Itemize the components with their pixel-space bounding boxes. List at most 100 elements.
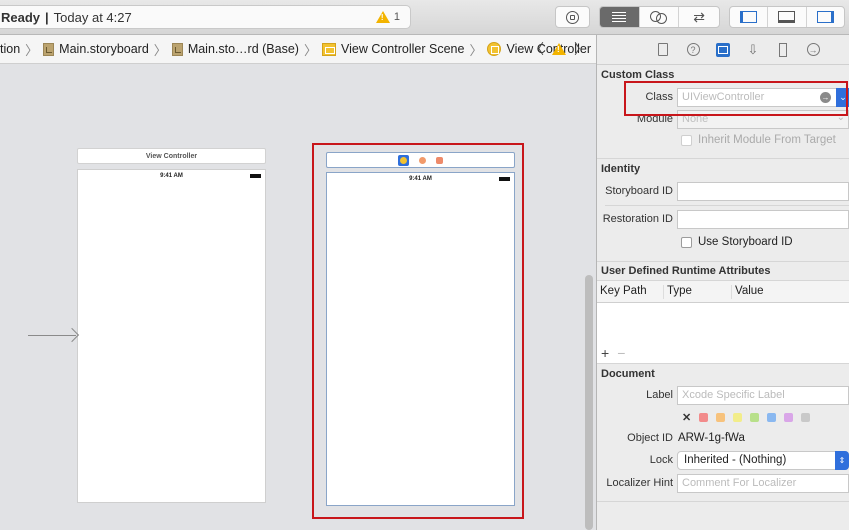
identity-inspector-tab[interactable] [716,42,730,57]
standard-editor-icon [612,12,627,22]
chevron-right-icon: 〉 [303,42,317,58]
localizer-hint-label: Localizer Hint [606,477,673,489]
restoration-id-field[interactable] [677,209,849,229]
color-swatch-gray[interactable] [801,412,811,422]
assistant-editor-button[interactable] [640,7,680,27]
scene-title-bar[interactable]: View Controller [77,148,266,164]
jumpbar-item-storyboard[interactable]: Main.storyboard [43,42,149,56]
jumpbar-item-scene[interactable]: View Controller Scene [321,42,465,56]
quick-help-tab[interactable]: ? [686,43,700,57]
warning-count: 1 [393,11,400,23]
selected-view-controller-scene[interactable]: 9:41 AM [326,172,515,506]
storyboard-file-icon [171,42,183,56]
jump-bar: tion 〉 Main.storyboard 〉 Main.sto…rd (Ba… [0,35,596,64]
color-swatch-purple[interactable] [784,412,794,422]
jumpbar-item-label: tion [0,42,21,56]
exit-icon[interactable] [436,156,443,164]
toggle-utilities-button[interactable] [807,7,844,27]
file-inspector-tab[interactable] [656,43,670,57]
scene-title: View Controller [145,152,198,160]
identity-icon [718,45,728,54]
color-swatch-green[interactable] [750,412,760,422]
next-issue-button[interactable]: 〉 [574,39,588,59]
file-icon [658,43,668,56]
localizer-hint-row: Localizer Hint Comment For Localizer [597,471,849,495]
warning-badge[interactable]: 1 [375,11,400,23]
lock-value: Inherited - (Nothing) [684,453,787,466]
checkbox-icon [681,236,692,248]
toggle-debug-area-button[interactable] [768,7,807,27]
attributes-icon: ⇩ [747,41,759,57]
connections-icon: → [806,43,820,56]
checkbox-icon [681,134,692,146]
lock-popup[interactable]: Inherited - (Nothing) ⇕ [677,450,849,470]
object-id-label: Object ID [627,432,673,444]
document-section-title: Document [601,368,655,380]
assistant-editor-icon [650,10,668,24]
warning-icon [375,11,390,23]
stop-icon [566,10,579,24]
scene-icon [321,42,336,56]
view-toggle-segmented-control [729,6,845,28]
localizer-hint-placeholder: Comment For Localizer [682,476,797,489]
canvas-vertical-scrollbar[interactable] [585,275,593,530]
version-editor-button[interactable]: ⇄ [679,7,719,27]
scene-dock-bar[interactable] [326,152,515,168]
doc-label-field[interactable]: Xcode Specific Label [677,385,849,405]
color-swatch-red[interactable] [699,412,709,422]
label-color-swatches: ✕ [597,407,849,427]
add-remove-controls: + − [601,345,625,361]
column-value[interactable]: Value [732,285,764,299]
color-swatch-blue[interactable] [767,412,777,422]
inherit-module-checkbox[interactable]: Inherit Module From Target [597,130,849,150]
status-separator: | [45,9,49,25]
previous-issue-button[interactable]: 〈 [530,39,544,59]
navigator-panel-icon [740,11,758,23]
jumpbar-item-project[interactable]: tion [0,42,20,56]
column-type[interactable]: Type [664,284,732,299]
restoration-id-row: Restoration ID [597,206,849,232]
localizer-hint-field[interactable]: Comment For Localizer [677,473,849,493]
view-controller-dock-icon[interactable] [398,154,409,166]
standard-editor-button[interactable] [600,7,640,27]
chevron-right-icon: 〉 [25,42,39,58]
warning-icon[interactable] [552,43,566,55]
doc-label-row: Label Xcode Specific Label [597,383,849,407]
build-status: Ready [1,9,41,25]
doc-label-placeholder: Xcode Specific Label [682,388,785,401]
runtime-attributes-table[interactable]: + − [597,303,849,363]
object-id-value: ARW-1g-fWa [678,432,745,444]
use-storyboard-id-label: Use Storyboard ID [698,236,793,248]
issue-navigation: 〈 〉 [530,39,588,59]
toggle-navigator-button[interactable] [730,7,769,27]
jumpbar-item-storyboard-base[interactable]: Main.sto…rd (Base) [171,42,299,56]
view-controller-scene[interactable]: 9:41 AM [77,169,266,503]
jumpbar-item-label: Main.sto…rd (Base) [187,42,299,56]
size-inspector-tab[interactable] [776,42,790,57]
attributes-inspector-tab[interactable]: ⇩ [746,41,760,57]
remove-attribute-button[interactable]: − [617,345,625,361]
storyboard-id-field[interactable] [677,181,849,201]
jumpbar-item-label: View Controller Scene [340,42,465,56]
status-bar-time: 9:41 AM [160,173,183,179]
inspector-tabs: ? ⇩ → [597,35,849,65]
color-swatch-yellow[interactable] [733,412,743,422]
storyboard-canvas[interactable]: View Controller 9:41 AM 9:41 AM [0,65,596,530]
object-id-row: Object ID ARW-1g-fWa [597,427,849,449]
use-storyboard-id-checkbox[interactable]: Use Storyboard ID [597,232,849,252]
connections-inspector-tab[interactable]: → [806,43,820,57]
clear-color-button[interactable]: ✕ [682,411,691,424]
column-key-path[interactable]: Key Path [597,284,664,299]
first-responder-icon[interactable] [419,156,426,164]
storyboard-file-icon [43,42,55,56]
add-attribute-button[interactable]: + [601,345,609,361]
build-timestamp: Today at 4:27 [53,9,132,25]
class-field-highlight [624,81,848,116]
restoration-id-label: Restoration ID [602,213,673,225]
identity-section-title: Identity [601,163,641,175]
lock-label: Lock [649,454,673,466]
view-controller-icon [487,42,502,56]
battery-icon [499,177,510,181]
color-swatch-orange[interactable] [716,412,726,422]
stop-button[interactable] [555,6,590,28]
